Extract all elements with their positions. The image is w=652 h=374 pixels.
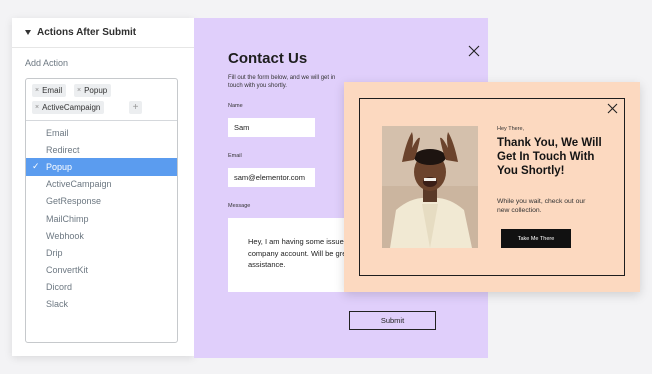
option-label: ActiveCampaign bbox=[46, 179, 112, 190]
option-mailchimp[interactable]: MailChimp bbox=[26, 210, 177, 227]
option-slack[interactable]: Slack bbox=[26, 296, 177, 313]
name-label: Name bbox=[228, 103, 243, 109]
option-label: Drip bbox=[46, 247, 63, 258]
tag-label: ActiveCampaign bbox=[42, 103, 101, 112]
form-title: Contact Us bbox=[228, 50, 308, 67]
add-action-select[interactable]: × Email × Popup × ActiveCampaign + Email… bbox=[25, 78, 178, 343]
option-label: GetResponse bbox=[46, 196, 102, 207]
remove-tag-icon[interactable]: × bbox=[35, 87, 39, 94]
option-label: Popup bbox=[46, 161, 73, 172]
message-label: Message bbox=[228, 203, 251, 209]
option-label: Webhook bbox=[46, 230, 84, 241]
close-icon[interactable] bbox=[468, 45, 480, 57]
option-popup[interactable]: ✓ Popup bbox=[26, 158, 177, 176]
tag-popup[interactable]: × Popup bbox=[74, 84, 112, 97]
option-label: ConvertKit bbox=[46, 265, 89, 276]
thank-you-popup: Hey There, Thank You, We Will Get In Tou… bbox=[344, 82, 640, 292]
email-field[interactable]: sam@elementor.com bbox=[228, 168, 315, 187]
take-me-there-button[interactable]: Take Me There bbox=[501, 229, 571, 248]
popup-close-icon[interactable] bbox=[607, 103, 618, 114]
popup-greeting: Hey There, bbox=[497, 126, 525, 132]
option-email[interactable]: Email bbox=[26, 124, 177, 141]
remove-tag-icon[interactable]: × bbox=[77, 87, 81, 94]
option-label: MailChimp bbox=[46, 213, 89, 224]
option-label: Email bbox=[46, 127, 69, 138]
checkmark-icon: ✓ bbox=[32, 161, 40, 172]
message-field[interactable]: Hey, I am having some issues with the co… bbox=[228, 218, 358, 292]
option-label: Slack bbox=[46, 299, 69, 310]
option-webhook[interactable]: Webhook bbox=[26, 227, 177, 244]
option-label: Redirect bbox=[46, 144, 80, 155]
selected-tags[interactable]: × Email × Popup × ActiveCampaign + bbox=[26, 79, 177, 121]
option-drip[interactable]: Drip bbox=[26, 244, 177, 261]
option-convertkit[interactable]: ConvertKit bbox=[26, 262, 177, 279]
option-activecampaign[interactable]: ActiveCampaign bbox=[26, 176, 177, 193]
section-title: Actions After Submit bbox=[37, 27, 137, 38]
option-getresponse[interactable]: GetResponse bbox=[26, 193, 177, 210]
tag-activecampaign[interactable]: × ActiveCampaign bbox=[32, 101, 105, 114]
add-action-label: Add Action bbox=[25, 58, 69, 68]
action-options-list: Email Redirect ✓ Popup ActiveCampaign Ge… bbox=[26, 124, 177, 313]
tag-email[interactable]: × Email bbox=[32, 84, 67, 97]
caret-down-icon bbox=[25, 30, 31, 35]
remove-tag-icon[interactable]: × bbox=[35, 104, 39, 111]
email-label: Email bbox=[228, 153, 242, 159]
popup-body: While you wait, check out our new collec… bbox=[497, 198, 586, 214]
add-tag-icon[interactable]: + bbox=[129, 101, 142, 114]
form-description: Fill out the form below, and we will get… bbox=[228, 75, 336, 89]
person-photo bbox=[382, 126, 478, 248]
option-redirect[interactable]: Redirect bbox=[26, 141, 177, 158]
tag-label: Popup bbox=[84, 86, 108, 95]
option-dicord[interactable]: Dicord bbox=[26, 279, 177, 296]
message-text: Hey, I am having some issues with the co… bbox=[248, 237, 358, 269]
tag-label: Email bbox=[42, 86, 63, 95]
submit-button[interactable]: Submit bbox=[349, 311, 436, 330]
name-field[interactable]: Sam bbox=[228, 118, 315, 137]
actions-settings-panel: Actions After Submit Add Action × Email … bbox=[12, 18, 194, 356]
option-label: Dicord bbox=[46, 282, 73, 293]
section-header-actions-after-submit[interactable]: Actions After Submit bbox=[12, 18, 194, 48]
popup-heading: Thank You, We Will Get In Touch With You… bbox=[497, 137, 602, 177]
